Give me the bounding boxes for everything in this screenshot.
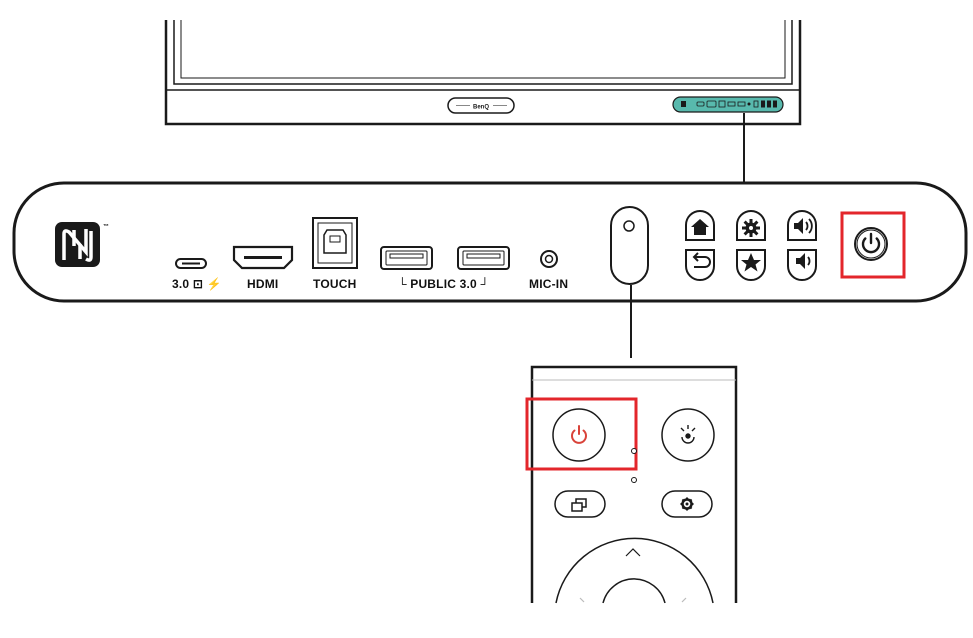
panel-volume-up-button[interactable] bbox=[787, 210, 817, 241]
usb-c-port-tongue bbox=[182, 262, 200, 265]
port-label-usb-c: 3.0 ⊡ ⚡ bbox=[172, 277, 222, 291]
remote-power-button[interactable] bbox=[552, 408, 606, 462]
public-usb-a-port-2 bbox=[457, 246, 510, 270]
panel-volume-down-button[interactable] bbox=[787, 249, 817, 281]
panel-power-button[interactable] bbox=[854, 227, 888, 261]
diagram-svg: BenQ ™ bbox=[12, 20, 968, 604]
hdmi-port-pins bbox=[244, 256, 282, 259]
panel-favorite-button[interactable] bbox=[736, 249, 766, 281]
remote-input-source-button[interactable] bbox=[661, 408, 715, 462]
port-label-hdmi: HDMI bbox=[247, 277, 279, 291]
remote-ir-led bbox=[631, 477, 637, 483]
display-brand-text: BenQ bbox=[473, 105, 489, 111]
ir-sensor-window bbox=[623, 220, 635, 232]
touch-usb-b-port bbox=[312, 217, 358, 269]
remote-indicator-led bbox=[631, 448, 637, 454]
remote-settings-button[interactable] bbox=[661, 490, 713, 518]
panel-back-button[interactable] bbox=[685, 249, 715, 281]
remote-multitask-button[interactable] bbox=[554, 490, 606, 518]
mic-in-jack bbox=[540, 250, 558, 268]
svg-text:™: ™ bbox=[103, 223, 109, 230]
display-port-strip bbox=[672, 96, 784, 113]
remote-control bbox=[530, 365, 738, 603]
diagram-stage: BenQ ™ 3.0 ⊡ ⚡ HDMI TOUCH └ PUBLIC 3.0 ┘… bbox=[0, 0, 973, 638]
port-label-public: └ PUBLIC 3.0 ┘ bbox=[398, 277, 490, 291]
port-label-touch: TOUCH bbox=[313, 277, 357, 291]
remote-gear-icon bbox=[680, 497, 694, 511]
front-panel bbox=[12, 181, 968, 303]
public-usb-a-port-1 bbox=[380, 246, 433, 270]
ir-sensor bbox=[610, 206, 649, 285]
settings-gear-icon bbox=[742, 219, 760, 237]
panel-home-button[interactable] bbox=[685, 210, 715, 241]
port-label-mic-in: MIC-IN bbox=[529, 277, 569, 291]
panel-settings-button[interactable] bbox=[736, 210, 766, 241]
